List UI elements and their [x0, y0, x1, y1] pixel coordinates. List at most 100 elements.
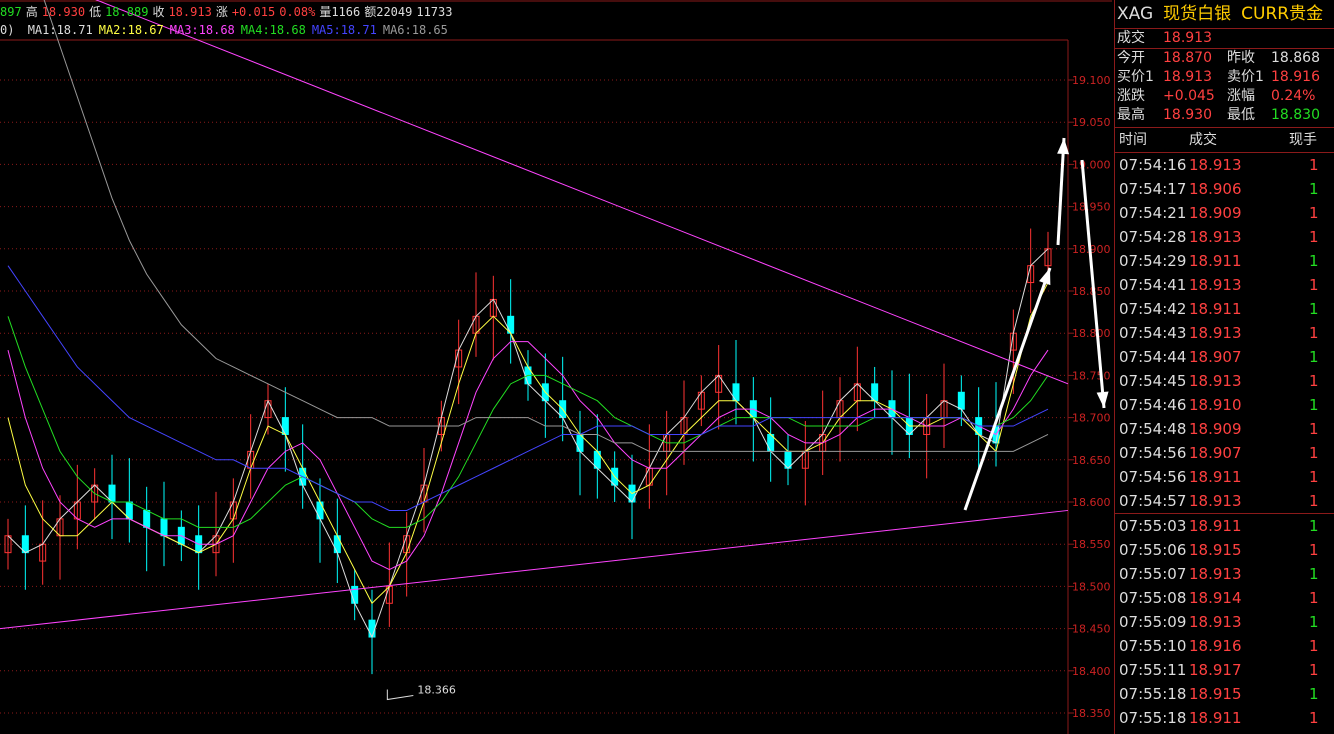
tick-price: 18.913 [1189, 492, 1242, 510]
arrow-up-small-head [1039, 268, 1051, 286]
summary-item: 低 [89, 5, 102, 19]
quote-panel: XAG 现货白银 CURR贵金 成交 18.913 今开 18.870 昨收 18.868 买… [1114, 0, 1334, 734]
low-marker [386, 689, 414, 701]
summary-item: 18.889 [105, 5, 149, 19]
tick-time: 07:54:42 [1119, 300, 1187, 318]
summary-item: 18.913 [168, 5, 212, 19]
tick-volume: 1 [1309, 709, 1319, 727]
tick-volume: 1 [1309, 372, 1319, 390]
tick-row: 07:54:42 18.911 1 [1115, 297, 1334, 321]
tick-volume: 1 [1309, 324, 1319, 342]
tick-price: 18.913 [1189, 324, 1242, 342]
tick-row: 07:55:18 18.915 1 [1115, 682, 1334, 706]
y-tick-label: 19.000 [1072, 158, 1111, 171]
tick-time: 07:55:18 [1119, 709, 1187, 727]
tick-price: 18.913 [1189, 613, 1242, 631]
quote-value: 18.913 [1163, 69, 1212, 85]
tick-time: 07:55:10 [1119, 637, 1187, 655]
tick-row: 07:54:56 18.907 1 [1115, 441, 1334, 465]
tick-volume: 1 [1309, 156, 1319, 174]
tick-time: 07:54:29 [1119, 252, 1187, 270]
tick-row: 07:54:29 18.911 1 [1115, 249, 1334, 273]
quote-row: 最高 18.930 最低 18.830 [1115, 106, 1334, 125]
tick-time: 07:54:41 [1119, 276, 1187, 294]
tick-time: 07:54:56 [1119, 444, 1187, 462]
quote-grid: 今开 18.870 昨收 18.868 买价1 18.913 卖价1 18.916 涨跌 +0.0… [1115, 48, 1334, 125]
tick-volume: 1 [1309, 228, 1319, 246]
quote-row: 今开 18.870 昨收 18.868 [1115, 49, 1334, 68]
tick-row: 07:55:10 18.916 1 [1115, 634, 1334, 658]
summary-item: 额22049 [364, 5, 413, 19]
panel-title: XAG 现货白银 CURR贵金 [1115, 0, 1334, 28]
col-time: 时间 [1119, 132, 1147, 148]
tick-table[interactable]: 07:54:16 18.913 1 07:54:17 18.906 1 07:54:21 18… [1115, 153, 1334, 730]
tick-price: 18.911 [1189, 517, 1242, 535]
quote-value: 18.870 [1163, 50, 1212, 66]
summary-item: 11733 [416, 5, 453, 19]
tick-time: 07:54:16 [1119, 156, 1187, 174]
tick-price: 18.909 [1189, 204, 1242, 222]
tick-volume: 1 [1309, 180, 1319, 198]
arrow-up-large-head [1057, 138, 1070, 155]
tick-price: 18.910 [1189, 396, 1242, 414]
symbol-code: XAG [1117, 4, 1154, 24]
tick-time: 07:54:21 [1119, 204, 1187, 222]
quote-label: 涨跌 [1117, 88, 1145, 104]
tick-volume: 1 [1309, 468, 1319, 486]
tick-volume: 1 [1309, 685, 1319, 703]
tick-volume: 1 [1309, 348, 1319, 366]
tick-row: 07:55:07 18.913 1 [1115, 562, 1334, 586]
tick-volume: 1 [1309, 276, 1319, 294]
tick-volume: 1 [1309, 444, 1319, 462]
tick-row: 07:54:56 18.911 1 [1115, 465, 1334, 489]
trade-label: 成交 [1117, 30, 1145, 46]
tick-volume: 1 [1309, 637, 1319, 655]
tick-price: 18.913 [1189, 228, 1242, 246]
tick-row: 07:55:03 18.911 1 [1115, 513, 1334, 538]
tick-volume: 1 [1309, 204, 1319, 222]
tick-row: 07:54:28 18.913 1 [1115, 225, 1334, 249]
trade-value: 18.913 [1163, 30, 1212, 46]
tick-time: 07:54:57 [1119, 492, 1187, 510]
tick-row: 07:55:11 18.917 1 [1115, 658, 1334, 682]
ma-legend-6: MA6:18.65 [382, 23, 448, 37]
trade-row: 成交 18.913 [1115, 28, 1334, 48]
y-tick-label: 18.850 [1072, 285, 1111, 298]
symbol-name: 现货白银 [1163, 4, 1232, 24]
tick-price: 18.915 [1189, 541, 1242, 559]
quote-label: 涨幅 [1227, 88, 1255, 104]
trendline-upper [95, 0, 1069, 385]
summary-item: 量1166 [319, 5, 361, 19]
tick-volume: 1 [1309, 661, 1319, 679]
ma-legend-3: MA3:18.68 [169, 23, 235, 37]
tick-price: 18.913 [1189, 276, 1242, 294]
tick-volume: 1 [1309, 420, 1319, 438]
tick-volume: 1 [1309, 613, 1319, 631]
y-tick-label: 18.750 [1072, 369, 1111, 382]
tick-row: 07:54:21 18.909 1 [1115, 201, 1334, 225]
price-summary-bar: 897 高 18.930 低 18.889 收 18.913 涨 +0.015 0.08% 量116… [0, 3, 456, 21]
ma-legend-1: MA1:18.71 [27, 23, 93, 37]
ma-legend-bar: 0) MA1:18.71 MA2:18.67 MA3:18.68 MA4:18.68 M… [0, 23, 454, 37]
y-tick-label: 18.500 [1072, 580, 1111, 593]
ma-legend-4: MA4:18.68 [240, 23, 306, 37]
y-tick-label: 18.800 [1072, 327, 1111, 340]
y-tick-label: 19.100 [1072, 74, 1111, 87]
kline-chart[interactable]: 19.10019.05019.00018.95018.90018.85018.8… [0, 0, 1112, 734]
quote-row: 涨跌 +0.045 涨幅 0.24% [1115, 87, 1334, 106]
tick-volume: 1 [1309, 517, 1319, 535]
y-tick-label: 18.650 [1072, 454, 1111, 467]
tick-row: 07:54:46 18.910 1 [1115, 393, 1334, 417]
candle-body [281, 417, 289, 435]
tick-price: 18.911 [1189, 709, 1242, 727]
tick-time: 07:55:06 [1119, 541, 1187, 559]
tick-price: 18.913 [1189, 156, 1242, 174]
quote-value: +0.045 [1163, 88, 1215, 104]
tick-row: 07:54:41 18.913 1 [1115, 273, 1334, 297]
quote-label: 买价1 [1117, 69, 1154, 85]
tick-price: 18.916 [1189, 637, 1242, 655]
candle-body [160, 518, 168, 537]
arrow-up-small-shaft [963, 267, 1052, 511]
tick-row: 07:55:06 18.915 1 [1115, 538, 1334, 562]
chart-area[interactable]: 19.10019.05019.00018.95018.90018.85018.8… [0, 0, 1112, 734]
